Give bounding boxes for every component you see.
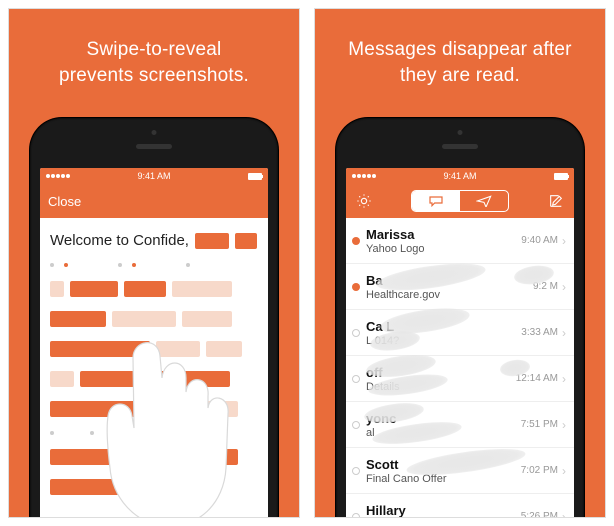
headline-line1: Messages disappear after: [348, 39, 571, 60]
close-button[interactable]: Close: [48, 194, 81, 209]
message-time: 7:51 PM: [521, 419, 558, 430]
hidden-word-block: [50, 401, 138, 417]
message-subject: Healthcare.gov: [366, 289, 533, 301]
promo-panel-disappear: Messages disappear after they are read. …: [314, 8, 606, 518]
unread-indicator-icon: [352, 237, 360, 245]
headline-line1: Swipe-to-reveal: [86, 39, 221, 60]
status-time: 9:41 AM: [443, 171, 476, 181]
sender-name: Scott: [366, 457, 521, 472]
chevron-right-icon: ›: [562, 418, 566, 432]
hidden-word-block: [182, 311, 232, 327]
inbox-row[interactable]: Ca L L 014? 3:33 AM ›: [346, 310, 574, 356]
segment-inbox[interactable]: [412, 191, 460, 211]
revealed-text: Welcome to Confide,: [50, 232, 189, 249]
sender-name: Ba: [366, 273, 533, 288]
nav-bar: [346, 184, 574, 218]
paper-plane-icon: [476, 195, 492, 207]
hidden-word-block: [50, 341, 150, 357]
hidden-word-block: [235, 233, 257, 249]
message-subject: Yahoo Logo: [366, 243, 521, 255]
hidden-word-block: [156, 341, 200, 357]
compose-button[interactable]: [546, 193, 566, 209]
signal-dots-icon: [352, 174, 376, 178]
inbox-row[interactable]: Scott Final Cano Offer 7:02 PM ›: [346, 448, 574, 494]
hidden-word-block: [124, 281, 166, 297]
revealed-message-line: Welcome to Confide,: [50, 232, 258, 249]
sender-name: Hillary: [366, 503, 521, 518]
inbox-sent-segmented-control[interactable]: [411, 190, 509, 212]
nav-bar: Close: [40, 184, 268, 218]
headline-line2: they are read.: [400, 65, 520, 86]
battery-icon: [554, 173, 568, 180]
message-time: 9:40 AM: [521, 235, 558, 246]
battery-icon: [248, 173, 262, 180]
message-subject: L 014?: [366, 335, 521, 347]
signal-dots-icon: [46, 174, 70, 178]
hidden-word-block: [206, 341, 242, 357]
status-time: 9:41 AM: [137, 171, 170, 181]
hidden-word-block: [144, 401, 198, 417]
message-subject: al: [366, 427, 521, 439]
settings-button[interactable]: [354, 193, 374, 209]
hidden-word-block: [198, 449, 238, 465]
chevron-right-icon: ›: [562, 372, 566, 386]
chevron-right-icon: ›: [562, 280, 566, 294]
message-time: 3:33 AM: [521, 327, 558, 338]
compose-icon: [548, 193, 564, 209]
sender-name: Ca L: [366, 319, 521, 334]
hidden-word-block: [50, 479, 210, 495]
hidden-word-block: [112, 311, 176, 327]
promo-panel-swipe: Swipe-to-reveal prevents screenshots. 9:…: [8, 8, 300, 518]
message-time: 7:02 PM: [521, 465, 558, 476]
hidden-word-block: [172, 281, 232, 297]
read-indicator-icon: [352, 375, 360, 383]
phone-screen: 9:41 AM Close Welcome to Confide,: [40, 168, 268, 518]
hidden-word-block: [80, 371, 230, 387]
chevron-right-icon: ›: [562, 326, 566, 340]
headline-line2: prevents screenshots.: [59, 65, 249, 86]
chevron-right-icon: ›: [562, 234, 566, 248]
message-subject: Final Cano Offer: [366, 473, 521, 485]
hidden-word-block: [128, 449, 192, 465]
inbox-list: Marissa Yahoo Logo 9:40 AM › Ba Healthca…: [346, 218, 574, 518]
segment-sent[interactable]: [460, 191, 508, 211]
message-reveal-area[interactable]: Welcome to Confide,: [40, 218, 268, 509]
phone-mock: 9:41 AM Close Welcome to Confide,: [30, 118, 278, 518]
message-time: 9:2 M: [533, 281, 558, 292]
read-indicator-icon: [352, 329, 360, 337]
chevron-right-icon: ›: [562, 510, 566, 518]
phone-mock: 9:41 AM: [336, 118, 584, 518]
inbox-row[interactable]: Ba Healthcare.gov 9:2 M ›: [346, 264, 574, 310]
inbox-row[interactable]: yonc al 7:51 PM ›: [346, 402, 574, 448]
read-indicator-icon: [352, 467, 360, 475]
chevron-right-icon: ›: [562, 464, 566, 478]
inbox-row[interactable]: off Details 12:14 AM ›: [346, 356, 574, 402]
read-indicator-icon: [352, 421, 360, 429]
headline: Swipe-to-reveal prevents screenshots.: [59, 37, 249, 88]
inbox-row[interactable]: Hillary 2016 Decision 5:26 PM ›: [346, 494, 574, 518]
sender-name: off: [366, 365, 516, 380]
status-bar: 9:41 AM: [40, 168, 268, 184]
hidden-word-block: [50, 449, 122, 465]
inbox-row[interactable]: Marissa Yahoo Logo 9:40 AM ›: [346, 218, 574, 264]
hidden-word-block: [50, 281, 64, 297]
sender-name: yonc: [366, 411, 521, 426]
unread-indicator-icon: [352, 283, 360, 291]
hidden-word-block: [195, 233, 229, 249]
hidden-word-block: [204, 401, 238, 417]
phone-screen: 9:41 AM: [346, 168, 574, 518]
message-time: 12:14 AM: [516, 373, 558, 384]
read-indicator-icon: [352, 513, 360, 518]
chat-bubble-icon: [428, 195, 444, 207]
gear-icon: [356, 193, 372, 209]
message-subject: Details: [366, 381, 516, 393]
sender-name: Marissa: [366, 227, 521, 242]
hidden-word-block: [50, 311, 106, 327]
hidden-word-block: [50, 371, 74, 387]
message-time: 5:26 PM: [521, 511, 558, 518]
headline: Messages disappear after they are read.: [348, 37, 571, 88]
hidden-word-block: [70, 281, 118, 297]
status-bar: 9:41 AM: [346, 168, 574, 184]
